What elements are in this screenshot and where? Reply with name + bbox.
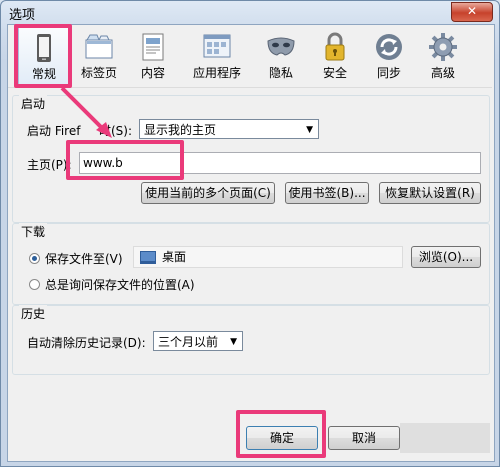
annotation-arrow bbox=[60, 86, 112, 138]
